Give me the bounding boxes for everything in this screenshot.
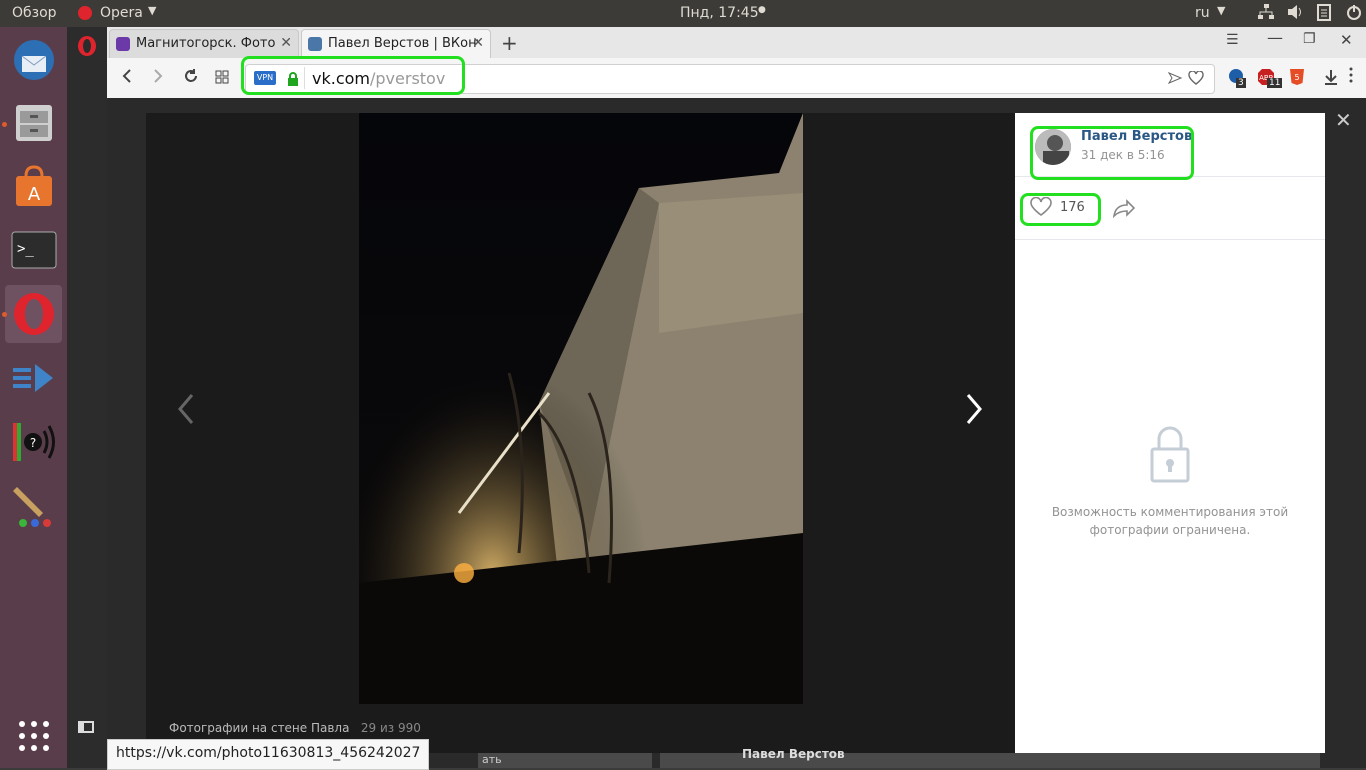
heart-bookmark-icon[interactable] [1188,70,1204,89]
badge-count: 3 [1236,78,1246,88]
building-collapse-photo [359,113,803,704]
thunderbird-icon [13,40,54,80]
tab-menu-icon[interactable]: ☰ [1226,32,1239,48]
sound-question-icon: ? [12,423,55,461]
grid-icon [215,70,229,84]
badge-count: 11 [1267,78,1283,88]
activities-button[interactable]: Обзор [12,5,57,21]
status-url: https://vk.com/photo11630813_456242027 [107,739,430,770]
paintbrush-icon [12,487,51,527]
opera-launcher[interactable] [5,285,62,343]
close-tab-icon[interactable]: ✕ [280,35,292,51]
top-panel: Обзор Opera ▼ Пнд, 17:45 ● ru ▼ [0,0,1366,27]
comments-locked-message: Возможность комментирования этой фотогра… [1051,505,1289,537]
opera-sidebar [67,27,107,768]
chevron-down-icon: ▼ [1217,4,1226,17]
minimize-button[interactable]: — [1267,28,1283,47]
chevron-left-icon [178,394,194,424]
padlock-icon [1147,423,1193,487]
arrow-left-icon [122,69,131,83]
share-button[interactable] [1111,198,1137,222]
shopping-bag-icon: A [15,165,52,206]
download-icon [1325,70,1337,85]
new-tab-button[interactable]: + [501,31,518,55]
reload-icon [185,69,197,82]
network-icon[interactable] [1257,3,1275,25]
underlying-page-fragment: ать [478,753,652,768]
clock[interactable]: Пнд, 17:45 [680,5,759,21]
svg-text:>_: >_ [17,241,34,257]
maximize-button[interactable]: ❐ [1303,31,1316,47]
send-icon[interactable] [1167,70,1183,89]
close-window-button[interactable]: ✕ [1340,31,1353,49]
next-photo-button[interactable] [964,393,984,429]
opera-logo-icon [78,36,96,56]
arrow-right-icon [154,69,163,83]
terminal-icon: >_ [11,231,56,269]
audio-tool-launcher[interactable]: ? [5,413,62,471]
svg-text:5: 5 [1294,73,1299,82]
adblock-extension[interactable]: ABP 11 [1257,68,1283,90]
opera-menu-icon [78,6,92,20]
speed-dial-button[interactable] [215,69,229,88]
opera-icon [13,293,54,335]
photo-caption: Фотографии на стене Павла 29 из 990 [169,721,421,735]
forward-button[interactable] [152,68,164,88]
underlying-post: Павел Верстов [660,747,1320,768]
svg-text:?: ? [29,436,35,450]
url-highlight [241,56,465,95]
volume-icon[interactable] [1286,3,1304,25]
running-indicator [2,122,7,127]
keyboard-layout[interactable]: ru [1195,5,1210,21]
reload-button[interactable] [183,68,199,88]
paint-launcher[interactable] [5,477,62,535]
chevron-down-icon: ▼ [148,4,157,17]
close-tab-icon[interactable]: ✕ [472,35,484,51]
tab-magnitogorsk[interactable]: Магнитогорск. Фото ✕ [109,29,299,59]
chevron-right-icon [966,394,982,424]
author-highlight [1030,126,1194,180]
back-button[interactable] [121,68,133,88]
downloads-button[interactable] [1323,68,1339,90]
clipboard-icon[interactable] [1316,3,1332,25]
tab-bar: Магнитогорск. Фото ✕ Павел Верстов | ВКо… [107,27,1366,59]
file-cabinet-icon [15,105,52,141]
share-arrow-icon [1112,199,1136,219]
underlying-author: Павел Верстов [742,747,845,761]
main-photo[interactable] [359,113,803,704]
notification-dot-icon: ● [758,5,766,15]
likes-highlight [1020,193,1101,226]
tab-title: Павел Верстов | ВКонтакте [328,36,478,51]
more-vertical-icon [1349,67,1353,83]
extension-badge-1[interactable]: 3 [1228,68,1246,90]
sidebar-toggle-icon[interactable] [78,721,94,733]
running-indicator [2,312,7,317]
html5-extension[interactable]: 5 [1289,68,1305,90]
tab-favicon-icon [116,37,130,51]
app-menu[interactable]: Opera [100,5,143,21]
app-grid-icon [18,721,49,751]
remote-desktop-icon [12,364,53,392]
tab-title: Магнитогорск. Фото [136,36,276,51]
thunderbird-launcher[interactable] [5,31,62,89]
album-label[interactable]: Фотографии на стене Павла [169,721,349,735]
software-center-launcher[interactable]: A [5,157,62,215]
html5-icon: 5 [1290,69,1304,85]
browser-menu-button[interactable] [1349,66,1353,88]
previous-photo-button[interactable] [176,393,196,429]
opera-menu-button[interactable] [77,35,97,61]
svg-text:A: A [27,184,40,205]
files-launcher[interactable] [5,94,62,152]
remmina-launcher[interactable] [5,349,62,407]
close-viewer-button[interactable]: ✕ [1335,108,1352,132]
launcher: A >_ ? [0,27,67,768]
tab-vk-profile[interactable]: Павел Верстов | ВКонтакте ✕ [301,29,491,59]
vk-favicon-icon [308,37,322,51]
divider [1015,239,1325,240]
power-icon[interactable] [1346,3,1362,25]
terminal-launcher[interactable]: >_ [5,221,62,279]
photo-counter: 29 из 990 [360,721,421,735]
show-apps-launcher[interactable] [5,707,62,765]
